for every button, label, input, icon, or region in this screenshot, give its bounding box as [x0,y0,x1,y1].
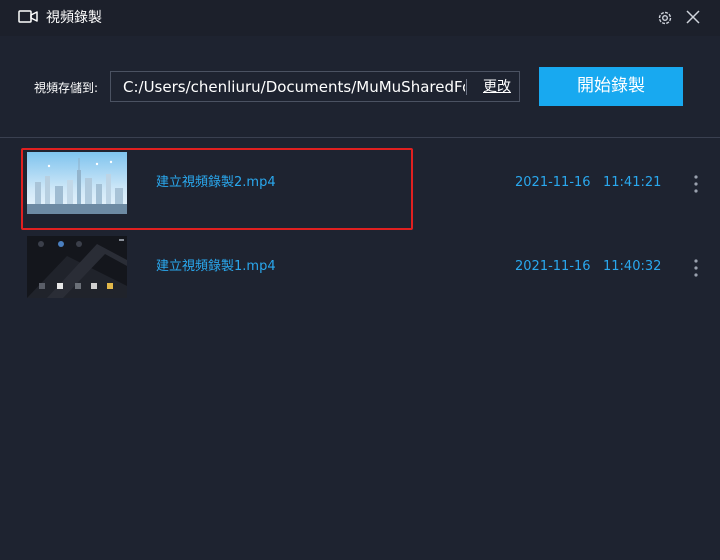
list-item[interactable]: 建立視頻錄製1.mp4 2021-11-16 11:40:32 [0,226,720,312]
more-options-icon[interactable] [690,174,702,194]
window-title: 視頻錄製 [46,10,102,26]
gear-icon[interactable] [656,9,674,27]
change-path-button[interactable]: 更改 [483,78,511,96]
path-field-divider [466,79,467,95]
start-recording-button[interactable]: 開始錄製 [539,67,683,106]
recording-date: 2021-11-16 [515,259,591,274]
more-options-icon[interactable] [690,258,702,278]
save-path-value: C:/Users/chenliuru/Documents/MuMuSharedF… [123,78,465,96]
recording-name[interactable]: 建立視頻錄製1.mp4 [156,259,276,275]
recording-name[interactable]: 建立視頻錄製2.mp4 [156,175,276,191]
save-path-label: 視頻存儲到: [34,81,99,95]
android-home-thumbnail[interactable] [27,236,127,298]
recording-time: 11:41:21 [603,175,662,190]
video-camera-icon [18,10,38,23]
close-icon[interactable] [685,9,701,25]
list-item[interactable]: 建立視頻錄製2.mp4 2021-11-16 11:41:21 [0,140,720,230]
save-location-bar: 視頻存儲到: C:/Users/chenliuru/Documents/MuMu… [0,36,720,137]
save-path-field[interactable]: C:/Users/chenliuru/Documents/MuMuSharedF… [110,71,520,102]
recording-date: 2021-11-16 [515,175,591,190]
title-bar: 視頻錄製 [0,0,720,36]
city-skyline-thumbnail[interactable] [27,152,127,214]
divider [0,137,720,138]
recording-time: 11:40:32 [603,259,662,274]
